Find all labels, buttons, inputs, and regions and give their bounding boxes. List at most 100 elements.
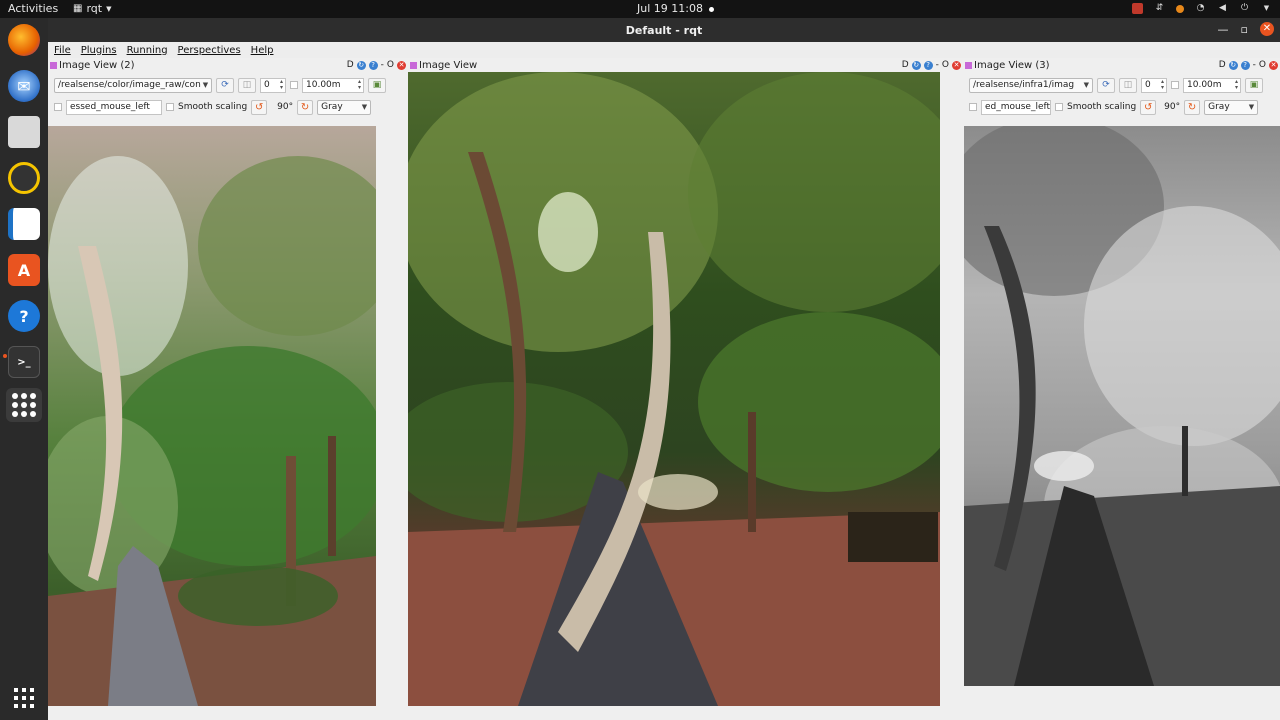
color-camera-image[interactable] — [48, 126, 376, 706]
gnome-top-bar: Activities ▦ rqt ▼ Jul 19 11:08 ⇵ ◔ ◀ ⏻ … — [0, 0, 1280, 18]
colormap-value: Gray — [1208, 102, 1230, 112]
menu-running[interactable]: Running — [127, 45, 168, 56]
show-applications-icon[interactable] — [8, 682, 40, 714]
window-titlebar[interactable]: Default - rqt — ▫ ✕ — [48, 18, 1280, 42]
spin-box[interactable]: 0 ▴ ▾ — [260, 77, 286, 93]
files-icon[interactable] — [8, 116, 40, 148]
help-icon[interactable]: ? — [368, 60, 378, 70]
menu-bar: File Plugins Running Perspectives Help — [48, 42, 1280, 58]
float-pane[interactable]: O — [387, 60, 394, 70]
reload-icon[interactable]: ↻ — [911, 60, 921, 70]
refresh-topics-button[interactable]: ⟳ — [1097, 77, 1115, 93]
reload-icon[interactable]: ↻ — [1228, 60, 1238, 70]
dock-letter[interactable]: D — [1219, 60, 1226, 70]
colormap-select[interactable]: Gray ▼ — [317, 99, 372, 115]
close-pane-icon[interactable]: ✕ — [952, 60, 961, 70]
mouse-topic-field[interactable]: essed_mouse_left — [66, 99, 162, 115]
reload-icon[interactable]: ↻ — [356, 60, 366, 70]
close-icon[interactable]: ✕ — [1260, 22, 1274, 36]
float-pane[interactable]: O — [942, 60, 949, 70]
smooth-scaling-checkbox[interactable] — [166, 103, 174, 111]
rotation-label: 90° — [1164, 102, 1181, 112]
maximize-icon[interactable]: ▫ — [1241, 23, 1248, 36]
dock: ✉ ≡ A ? >_ — [0, 18, 48, 720]
float-pane[interactable]: O — [1259, 60, 1266, 70]
topic-select[interactable]: /realsense/color/image_raw/con ▼ — [54, 77, 212, 93]
rotate-left-icon[interactable]: ↺ — [251, 99, 268, 115]
status-orange-icon[interactable] — [1176, 4, 1184, 13]
rotate-left-icon[interactable]: ↺ — [1140, 99, 1157, 115]
zoom-button[interactable]: ◫ — [238, 77, 256, 93]
chevron-down-icon: ▼ — [202, 81, 209, 89]
dynamic-range-checkbox[interactable] — [290, 81, 298, 89]
thunderbird-icon[interactable]: ✉ — [8, 70, 40, 102]
zoom-button[interactable]: ◫ — [1119, 77, 1137, 93]
minimize-icon[interactable]: — — [1218, 23, 1229, 36]
volume-icon[interactable]: ◀ — [1217, 3, 1228, 14]
refresh-topics-button[interactable]: ⟳ — [216, 77, 234, 93]
chevron-down-icon: ▼ — [1248, 103, 1255, 111]
forest-path-color-image — [48, 126, 376, 706]
clock[interactable]: Jul 19 11:08 — [637, 2, 714, 15]
image-view-3-pane: Image View (3) D ↻ ? - O ✕ /realsense/in… — [963, 58, 1280, 720]
save-image-icon[interactable]: ▣ — [368, 77, 386, 93]
window-title: Default - rqt — [625, 24, 703, 37]
spin-arrows-icon: ▴ ▾ — [1160, 78, 1164, 91]
help-icon[interactable]: ? — [1240, 60, 1250, 70]
mouse-topic-field[interactable]: ed_mouse_left — [981, 99, 1051, 115]
save-image-icon[interactable]: ▣ — [1245, 77, 1263, 93]
minimize-pane[interactable]: - — [1253, 60, 1256, 70]
rhythmbox-icon[interactable] — [8, 162, 40, 194]
chevron-down-icon: ▼ — [361, 103, 368, 111]
notification-dot-icon — [708, 6, 714, 12]
publish-click-checkbox[interactable] — [969, 103, 977, 111]
topic-toolbar: /realsense/infra1/imag ▼ ⟳ ◫ 0 ▴ ▾ 10.00m ▴ ▾… — [969, 77, 1276, 93]
power-icon[interactable]: ⏻ — [1239, 3, 1250, 14]
menu-help[interactable]: Help — [251, 45, 274, 56]
writer-icon[interactable]: ≡ — [8, 208, 40, 240]
topic-select[interactable]: /realsense/infra1/imag ▼ — [969, 77, 1093, 93]
menu-perspectives[interactable]: Perspectives — [178, 45, 241, 56]
plugin-icon — [965, 62, 972, 69]
pane-title: Image View — [419, 60, 478, 71]
screen-record-icon[interactable] — [1132, 3, 1143, 14]
spin-box[interactable]: 0 ▴ ▾ — [1141, 77, 1167, 93]
app-menu[interactable]: ▦ rqt ▼ — [73, 2, 111, 15]
pane-title-bar[interactable]: Image View (3) D ↻ ? - O ✕ — [963, 60, 1280, 73]
menu-plugins[interactable]: Plugins — [81, 45, 117, 56]
activities-button[interactable]: Activities — [8, 2, 58, 15]
dynamic-range-checkbox[interactable] — [1171, 81, 1179, 89]
terminal-icon[interactable]: >_ — [8, 346, 40, 378]
chevron-down-icon[interactable]: ▼ — [1261, 3, 1272, 14]
help-icon[interactable]: ? — [923, 60, 933, 70]
max-range-input[interactable]: 10.00m ▴ ▾ — [302, 77, 364, 93]
rqt-workspace: Image View (2) D ↻ ? - O ✕ /realsense/co… — [48, 58, 1280, 720]
firefox-icon[interactable] — [8, 24, 40, 56]
rqt-app-icon[interactable] — [6, 388, 42, 422]
rotate-right-icon[interactable]: ↻ — [1184, 99, 1201, 115]
close-pane-icon[interactable]: ✕ — [397, 60, 406, 70]
colormap-select[interactable]: Gray ▼ — [1204, 99, 1259, 115]
dock-letter[interactable]: D — [347, 60, 354, 70]
system-tray[interactable]: ⇵ ◔ ◀ ⏻ ▼ — [1132, 3, 1272, 14]
menu-file[interactable]: File — [54, 45, 71, 56]
wifi-icon[interactable]: ◔ — [1195, 3, 1206, 14]
running-indicator-icon — [3, 354, 7, 358]
rotate-right-icon[interactable]: ↻ — [297, 99, 314, 115]
minimize-pane[interactable]: - — [936, 60, 939, 70]
apps-grid-icon — [14, 688, 34, 708]
minimize-pane[interactable]: - — [381, 60, 384, 70]
spin-arrows-icon: ▴ ▾ — [1234, 78, 1238, 91]
software-center-icon[interactable]: A — [8, 254, 40, 286]
infrared-camera-image[interactable] — [964, 126, 1280, 686]
max-range-input[interactable]: 10.00m ▴ ▾ — [1183, 77, 1241, 93]
main-camera-image[interactable] — [408, 72, 940, 706]
close-pane-icon[interactable]: ✕ — [1269, 60, 1278, 70]
publish-click-checkbox[interactable] — [54, 103, 62, 111]
network-icon[interactable]: ⇵ — [1154, 3, 1165, 14]
dock-letter[interactable]: D — [902, 60, 909, 70]
chevron-down-icon: ▼ — [106, 4, 112, 13]
help-icon[interactable]: ? — [8, 300, 40, 332]
smooth-scaling-checkbox[interactable] — [1055, 103, 1063, 111]
pane-title-bar[interactable]: Image View (2) D ↻ ? - O ✕ — [48, 60, 408, 73]
